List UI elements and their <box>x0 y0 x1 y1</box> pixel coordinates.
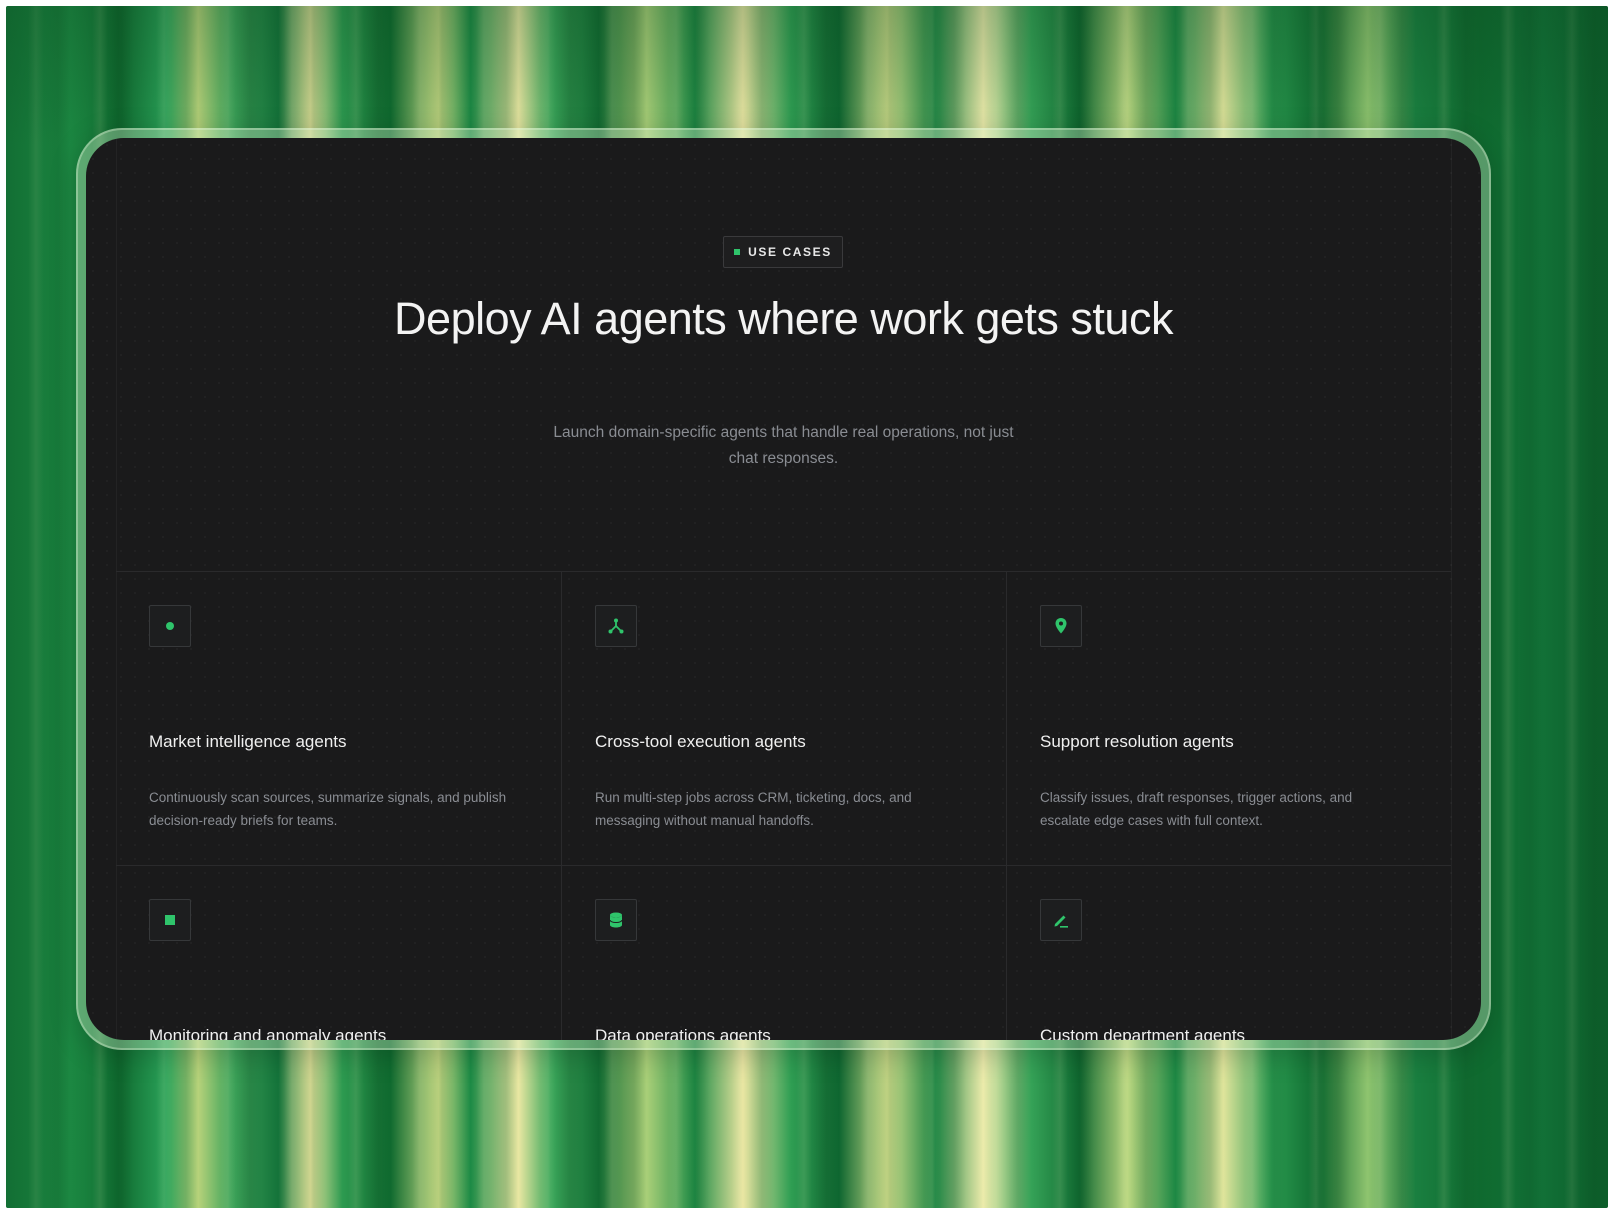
database-icon <box>595 899 637 941</box>
guide-line <box>1451 138 1452 1040</box>
use-case-card-market-intelligence[interactable]: Market intelligence agents Continuously … <box>116 572 561 865</box>
pencil-icon <box>1040 899 1082 941</box>
use-case-title: Support resolution agents <box>1040 732 1234 751</box>
background-shade-left <box>6 6 86 1208</box>
background-shade <box>6 6 1608 146</box>
use-case-card-cross-tool[interactable]: Cross-tool execution agents Run multi-st… <box>561 572 1006 865</box>
use-case-title: Cross-tool execution agents <box>595 732 806 751</box>
use-case-title: Market intelligence agents <box>149 732 347 751</box>
use-case-row: Market intelligence agents Continuously … <box>116 572 1451 865</box>
use-case-title: Data operations agents <box>595 1026 771 1040</box>
section-title: Deploy AI agents where work gets stuck <box>394 293 1173 344</box>
use-case-title: Monitoring and anomaly agents <box>149 1026 387 1040</box>
section-subtitle: Launch domain-specific agents that handl… <box>553 424 1014 467</box>
background-shade-right <box>1528 6 1608 1208</box>
use-case-description: Run multi-step jobs across CRM, ticketin… <box>595 790 912 828</box>
use-case-title: Custom department agents <box>1040 1026 1246 1040</box>
use-case-card-monitoring[interactable]: Monitoring and anomaly agents <box>116 866 561 1040</box>
use-case-description: Continuously scan sources, summarize sig… <box>149 790 507 828</box>
use-case-card-support-resolution[interactable]: Support resolution agents Classify issue… <box>1006 572 1451 865</box>
use-case-description: Classify issues, draft responses, trigge… <box>1040 790 1353 828</box>
branch-icon <box>595 605 637 647</box>
use-cases-card: USE CASES Deploy AI agents where work ge… <box>86 138 1481 1040</box>
use-case-card-custom-department[interactable]: Custom department agents <box>1006 866 1451 1040</box>
use-case-card-data-operations[interactable]: Data operations agents <box>561 866 1006 1040</box>
dot-icon <box>149 605 191 647</box>
use-case-row: Monitoring and anomaly agents Data opera… <box>116 865 1451 1040</box>
use-cases-badge: USE CASES <box>723 236 843 268</box>
square-icon <box>149 899 191 941</box>
badge-label: USE CASES <box>748 245 832 259</box>
pin-icon <box>1040 605 1082 647</box>
badge-square-icon <box>734 249 741 255</box>
use-case-grid: Market intelligence agents Continuously … <box>116 571 1451 1040</box>
